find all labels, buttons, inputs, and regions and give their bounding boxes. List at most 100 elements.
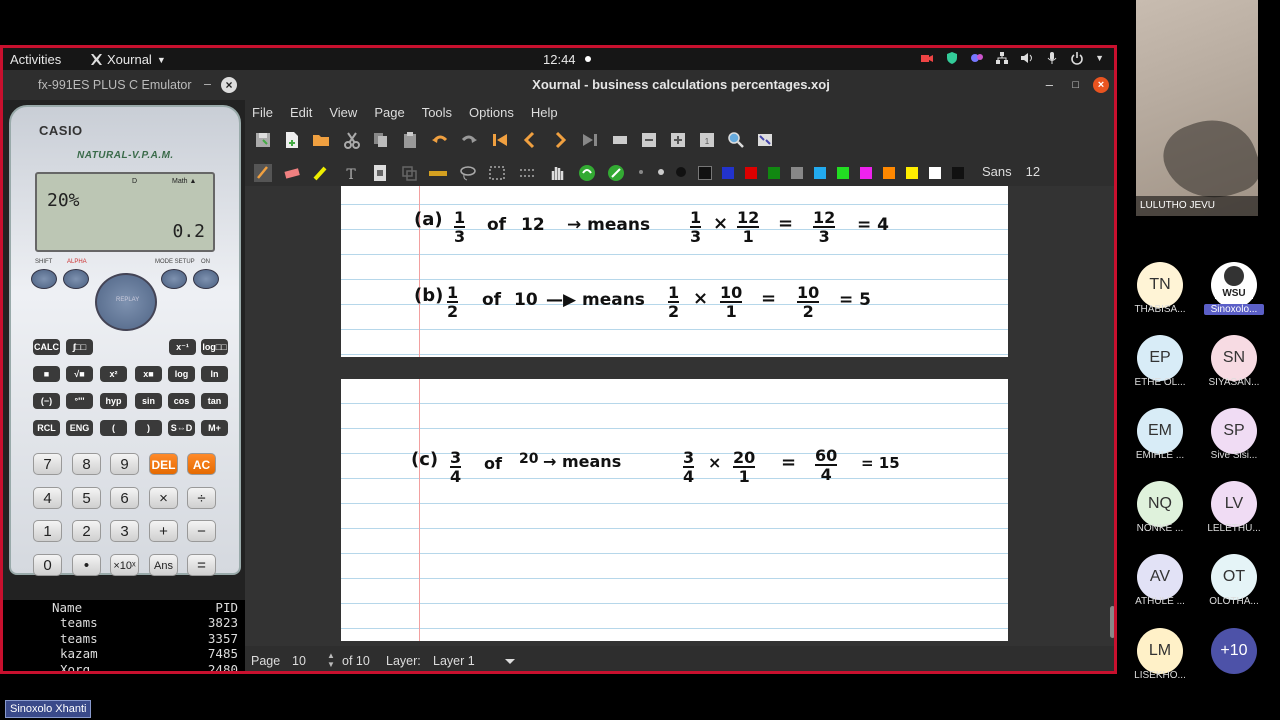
menu-edit[interactable]: Edit — [290, 105, 312, 120]
participant-avatar[interactable]: EM — [1137, 408, 1183, 454]
participant-avatar[interactable]: LM — [1137, 628, 1183, 674]
menu-help[interactable]: Help — [531, 105, 558, 120]
key-button[interactable]: + — [149, 520, 178, 542]
font-selector[interactable]: Sans 12 — [979, 164, 1043, 179]
function-key[interactable]: x⁻¹ — [169, 339, 196, 355]
key-del[interactable]: DEL — [149, 453, 178, 475]
thick-width-icon[interactable] — [676, 167, 686, 177]
key-button[interactable]: = — [187, 554, 216, 576]
open-folder-icon[interactable] — [312, 131, 330, 149]
color-swatch[interactable] — [929, 167, 941, 179]
key-button[interactable]: Ans — [149, 554, 178, 576]
participant-avatar[interactable]: NQ — [1137, 481, 1183, 527]
key-button[interactable]: ×10ˣ — [110, 554, 139, 576]
key-button[interactable]: 6 — [110, 487, 139, 509]
menu-view[interactable]: View — [329, 105, 357, 120]
zoom-in-icon[interactable] — [669, 131, 687, 149]
color-swatch[interactable] — [768, 167, 780, 179]
alpha-key[interactable] — [63, 269, 89, 289]
pen-icon[interactable] — [254, 164, 272, 182]
color-swatch[interactable] — [906, 167, 918, 179]
volume-icon[interactable] — [1020, 51, 1034, 65]
key-ac[interactable]: AC — [187, 453, 216, 475]
key-button[interactable]: ÷ — [187, 487, 216, 509]
ruler-icon[interactable] — [429, 164, 447, 182]
menu-options[interactable]: Options — [469, 105, 514, 120]
eraser-icon[interactable] — [283, 164, 301, 182]
function-key[interactable]: (−) — [33, 393, 60, 409]
key-button[interactable]: • — [72, 554, 101, 576]
note-page[interactable]: (c) 34 of 20 → means 34 × 20 1 = 60 4 = 15 — [341, 379, 1008, 641]
color-swatch[interactable] — [698, 166, 712, 180]
function-key[interactable]: RCL — [33, 420, 60, 436]
function-key[interactable]: ln — [201, 366, 228, 382]
participant-video[interactable]: LULUTHO JEVU — [1136, 0, 1258, 216]
color-swatch[interactable] — [883, 167, 895, 179]
function-key[interactable]: x■ — [135, 366, 162, 382]
minimize-button[interactable]: – — [1046, 70, 1053, 100]
default-tool-icon[interactable] — [578, 164, 596, 182]
function-key[interactable]: °''' — [66, 393, 93, 409]
participant-avatar[interactable]: SN — [1211, 335, 1257, 381]
fullscreen-icon[interactable] — [756, 131, 774, 149]
system-tray[interactable]: ▼ — [920, 51, 1104, 65]
zoom-out-icon[interactable] — [640, 131, 658, 149]
function-key[interactable]: ( — [100, 420, 127, 436]
hand-icon[interactable] — [548, 164, 566, 182]
default-pen-icon[interactable] — [607, 164, 625, 182]
highlighter-icon[interactable] — [312, 164, 330, 182]
copy-icon[interactable] — [372, 131, 390, 149]
drawing-canvas[interactable]: (a) 13 of 12 → means 13 × 12 1 = 12 3 = 4 … — [245, 186, 1114, 646]
key-button[interactable]: 9 — [110, 453, 139, 475]
shield-icon[interactable] — [945, 51, 959, 65]
function-key[interactable]: ∫□□ — [66, 339, 93, 355]
mode-key[interactable] — [161, 269, 187, 289]
participant-avatar[interactable]: AV — [1137, 554, 1183, 600]
participant-avatar[interactable]: OT — [1211, 554, 1257, 600]
color-swatch[interactable] — [791, 167, 803, 179]
menu-tools[interactable]: Tools — [422, 105, 452, 120]
participant-avatar[interactable]: EP — [1137, 335, 1183, 381]
function-key[interactable]: M+ — [201, 420, 228, 436]
function-key[interactable]: cos — [168, 393, 195, 409]
maximize-button[interactable]: □ — [1072, 70, 1079, 100]
shape-recognizer-icon[interactable] — [400, 164, 418, 182]
minimize-button[interactable]: – — [204, 77, 211, 91]
camera-icon[interactable] — [920, 51, 934, 65]
teams-icon[interactable] — [970, 51, 984, 65]
previous-page-icon[interactable] — [521, 131, 539, 149]
new-page-icon[interactable] — [283, 131, 301, 149]
more-participants-button[interactable]: +10 — [1211, 628, 1257, 674]
participant-avatar[interactable]: LV — [1211, 481, 1257, 527]
activities-button[interactable]: Activities — [10, 52, 61, 67]
function-key[interactable]: ENG — [66, 420, 93, 436]
key-button[interactable]: 5 — [72, 487, 101, 509]
power-icon[interactable] — [1070, 51, 1084, 65]
key-button[interactable]: 2 — [72, 520, 101, 542]
first-page-icon[interactable] — [491, 131, 509, 149]
thin-width-icon[interactable] — [639, 170, 643, 174]
function-key[interactable]: ■ — [33, 366, 60, 382]
color-swatch[interactable] — [814, 167, 826, 179]
app-menu[interactable]: Xournal ▼ — [91, 52, 166, 67]
function-key[interactable]: ) — [135, 420, 162, 436]
page-width-icon[interactable] — [611, 131, 629, 149]
function-key[interactable]: sin — [135, 393, 162, 409]
close-button[interactable]: × — [221, 77, 237, 93]
save-icon[interactable] — [254, 131, 272, 149]
replay-dpad[interactable]: REPLAY — [95, 273, 157, 331]
color-swatch[interactable] — [745, 167, 757, 179]
key-button[interactable]: 1 — [33, 520, 62, 542]
network-icon[interactable] — [995, 51, 1009, 65]
menu-file[interactable]: File — [252, 105, 273, 120]
text-icon[interactable]: T — [342, 164, 360, 182]
participant-avatar[interactable]: TN — [1137, 262, 1183, 308]
clock[interactable]: 12:44 — [543, 52, 576, 67]
color-swatch[interactable] — [952, 167, 964, 179]
note-page[interactable]: (a) 13 of 12 → means 13 × 12 1 = 12 3 = 4 … — [341, 186, 1008, 357]
calculator-titlebar[interactable]: fx-991ES PLUS C Emulator – × — [3, 70, 245, 100]
function-key[interactable]: S⇔D — [168, 420, 195, 436]
participant-avatar[interactable]: SP — [1211, 408, 1257, 454]
color-swatch[interactable] — [837, 167, 849, 179]
paste-icon[interactable] — [401, 131, 419, 149]
